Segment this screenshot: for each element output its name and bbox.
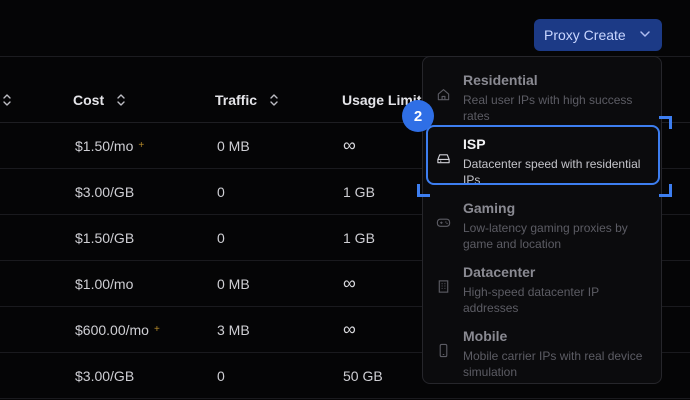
traffic-cell: 0 [217,367,225,384]
usage-limit-cell: ∞ [343,319,356,339]
cost-cell: $1.00/mo [75,261,138,306]
cost-cell: $1.50/GB [75,215,139,260]
menu-item-desc: Low-latency gaming proxies by game and l… [463,221,628,251]
cost-value: $3.00/GB [75,367,135,384]
column-label: Traffic [215,92,258,108]
usage-limit-cell: 50 GB [343,367,383,384]
menu-item-mobile[interactable]: Mobile Mobile carrier IPs with real devi… [423,317,661,381]
focus-corner-bracket [659,116,672,129]
column-header-cost[interactable]: Cost [73,78,126,122]
menu-item-desc: Mobile carrier IPs with real device simu… [463,349,643,379]
usage-limit-cell: ∞ [343,135,356,155]
cost-value: $1.00/mo [75,275,134,292]
column-label: Cost [73,92,105,108]
menu-item-desc: High-speed datacenter IP addresses [463,285,599,315]
traffic-cell: 0 [217,183,225,200]
step-number-badge: 2 [402,100,434,132]
traffic-cell: 0 [217,229,225,246]
cost-plus-badge: + [153,324,160,335]
top-bar: Proxy Create [0,0,690,57]
cost-cell: $3.00/GB [75,169,139,214]
cost-value: $1.50/GB [75,229,135,246]
column-header-traffic[interactable]: Traffic [215,78,279,122]
proxy-create-label: Proxy Create [544,27,626,43]
menu-item-title: Datacenter [463,264,536,280]
focus-corner-bracket [659,184,672,197]
column-sort-hidden[interactable] [2,78,12,122]
focus-corner-bracket [417,184,430,197]
proxy-type-dropdown: Residential Real user IPs with high succ… [422,56,662,384]
smartphone-icon [436,343,451,358]
traffic-cell: 0 MB [217,137,250,154]
menu-item-title: Residential [463,72,538,88]
menu-item-residential[interactable]: Residential Real user IPs with high succ… [423,61,661,125]
cost-plus-badge: + [138,140,145,151]
sort-icon[interactable] [269,93,279,107]
building-icon [436,279,451,294]
cost-cell: $600.00/mo + [75,307,160,352]
sort-icon[interactable] [116,93,126,107]
menu-item-title: Mobile [463,328,508,344]
menu-item-desc: Real user IPs with high success rates [463,93,633,123]
menu-item-title: Gaming [463,200,516,216]
gamepad-icon [436,215,451,230]
menu-item-datacenter[interactable]: Datacenter High-speed datacenter IP addr… [423,253,661,317]
menu-item-gaming[interactable]: Gaming Low-latency gaming proxies by gam… [423,189,661,253]
traffic-cell: 3 MB [217,321,250,338]
chevron-down-icon [636,27,652,44]
cost-cell: $1.50/mo + [75,123,144,168]
usage-limit-cell: 1 GB [343,229,375,246]
usage-limit-cell: 1 GB [343,183,375,200]
home-icon [436,87,451,102]
usage-limit-cell: ∞ [343,273,356,293]
cost-value: $3.00/GB [75,183,135,200]
cost-cell: $3.00/GB [75,353,139,398]
proxy-create-button[interactable]: Proxy Create [534,19,662,51]
cost-value: $600.00/mo [75,321,149,338]
cost-value: $1.50/mo [75,137,134,154]
traffic-cell: 0 MB [217,275,250,292]
highlight-outline [426,125,660,185]
sort-icon[interactable] [2,93,12,107]
